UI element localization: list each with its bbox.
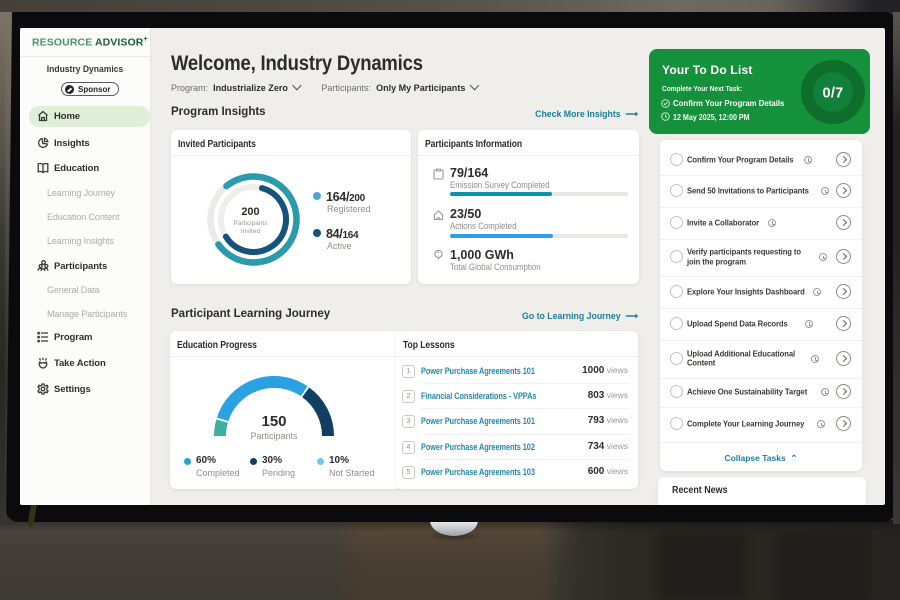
svg-text:0/7: 0/7 bbox=[822, 85, 843, 101]
